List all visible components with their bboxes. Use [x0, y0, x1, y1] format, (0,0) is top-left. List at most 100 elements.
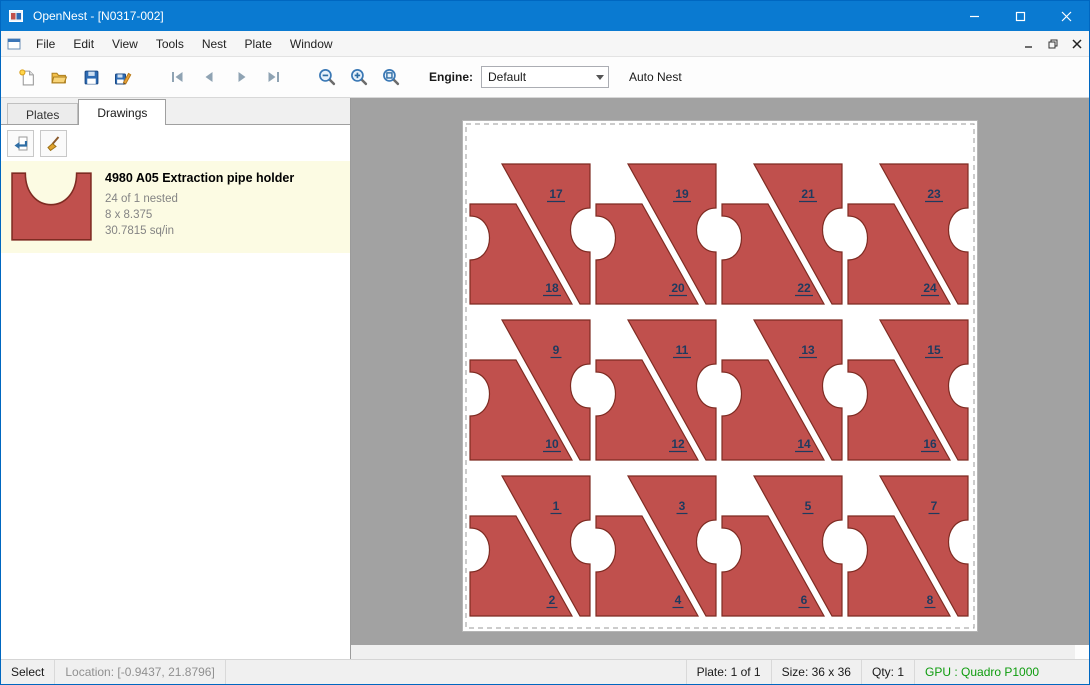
- prev-plate-icon: [201, 69, 218, 85]
- open-folder-icon: [50, 69, 68, 86]
- zoom-out-icon: [318, 68, 336, 86]
- drawing-title: 4980 A05 Extraction pipe holder: [105, 171, 294, 185]
- part-number: 8: [927, 593, 934, 607]
- part-number: 7: [931, 499, 938, 513]
- zoom-out-button[interactable]: [311, 61, 343, 93]
- status-mode: Select: [1, 660, 55, 684]
- save-icon: [83, 69, 100, 86]
- minimize-button[interactable]: [951, 1, 997, 31]
- mdi-close-icon: [1072, 39, 1082, 49]
- save-as-button[interactable]: [107, 61, 139, 93]
- window-title: OpenNest - [N0317-002]: [31, 9, 164, 23]
- engine-value: Default: [488, 70, 596, 84]
- menu-items: FileEditViewToolsNestPlateWindow: [27, 32, 342, 56]
- app-icon: [1, 8, 31, 24]
- back-arrow-icon: [12, 135, 29, 152]
- part-number: 15: [927, 343, 941, 357]
- drawing-area: 30.7815 sq/in: [105, 223, 294, 239]
- zoom-in-button[interactable]: [343, 61, 375, 93]
- menu-item-window[interactable]: Window: [281, 32, 342, 56]
- mdi-restore-icon: [1048, 39, 1058, 49]
- drawing-size: 8 x 8.375: [105, 207, 294, 223]
- status-size: Size: 36 x 36: [771, 660, 861, 684]
- part-number: 9: [553, 343, 560, 357]
- drawing-list-item[interactable]: 4980 A05 Extraction pipe holder 24 of 1 …: [1, 161, 350, 253]
- part-number: 22: [797, 281, 811, 295]
- part-number: 4: [675, 593, 682, 607]
- menu-item-nest[interactable]: Nest: [193, 32, 236, 56]
- nest-canvas[interactable]: 171819202122232491011121314151612345678: [351, 98, 1089, 645]
- menu-item-view[interactable]: View: [103, 32, 147, 56]
- close-button[interactable]: [1043, 1, 1089, 31]
- main-toolbar: Engine: Default Auto Nest: [1, 57, 1089, 98]
- part-number: 10: [545, 437, 559, 451]
- first-plate-button[interactable]: [161, 61, 193, 93]
- next-plate-button[interactable]: [225, 61, 257, 93]
- title-bar: OpenNest - [N0317-002]: [1, 1, 1089, 31]
- open-button[interactable]: [43, 61, 75, 93]
- last-plate-icon: [265, 69, 282, 85]
- engine-select[interactable]: Default: [481, 66, 609, 88]
- menu-item-plate[interactable]: Plate: [236, 32, 281, 56]
- auto-nest-button[interactable]: Auto Nest: [629, 70, 682, 84]
- status-location: Location: [-0.9437, 21.8796]: [55, 660, 225, 684]
- part-number: 13: [801, 343, 815, 357]
- drawing-list-empty-area: [1, 253, 350, 645]
- mdi-close-button[interactable]: [1065, 33, 1089, 55]
- part-number: 23: [927, 187, 941, 201]
- tab-plates[interactable]: Plates: [7, 103, 78, 125]
- last-plate-button[interactable]: [257, 61, 289, 93]
- side-panel: Plates Drawings: [1, 98, 351, 645]
- broom-icon: [45, 135, 62, 152]
- new-button[interactable]: [11, 61, 43, 93]
- minimize-icon: [969, 11, 980, 22]
- tab-strip: Plates Drawings: [1, 98, 350, 125]
- maximize-icon: [1015, 11, 1026, 22]
- engine-label: Engine:: [429, 70, 473, 84]
- next-plate-icon: [233, 69, 250, 85]
- menu-item-tools[interactable]: Tools: [147, 32, 193, 56]
- mdi-minimize-button[interactable]: [1017, 33, 1041, 55]
- menu-item-file[interactable]: File: [27, 32, 64, 56]
- status-plate: Plate: 1 of 1: [686, 660, 771, 684]
- zoom-fit-button[interactable]: [375, 61, 407, 93]
- maximize-button[interactable]: [997, 1, 1043, 31]
- close-icon: [1061, 11, 1072, 22]
- scrollbar-corner: [1075, 645, 1089, 659]
- part-number: 19: [675, 187, 689, 201]
- mdi-restore-button[interactable]: [1041, 33, 1065, 55]
- part-number: 21: [801, 187, 815, 201]
- chevron-down-icon: [596, 75, 604, 80]
- plate-canvas[interactable]: 171819202122232491011121314151612345678: [462, 120, 978, 632]
- back-arrow-button[interactable]: [7, 130, 34, 157]
- save-button[interactable]: [75, 61, 107, 93]
- clean-button[interactable]: [40, 130, 67, 157]
- part-number: 2: [549, 593, 556, 607]
- tab-drawings[interactable]: Drawings: [78, 99, 166, 125]
- part-number: 24: [923, 281, 937, 295]
- drawings-toolbar: [1, 125, 350, 161]
- menu-item-edit[interactable]: Edit: [64, 32, 103, 56]
- part-number: 18: [545, 281, 559, 295]
- new-file-icon: [19, 69, 36, 86]
- part-number: 1: [553, 499, 560, 513]
- part-number: 12: [671, 437, 685, 451]
- status-bar: Select Location: [-0.9437, 21.8796] Plat…: [1, 659, 1089, 684]
- first-plate-icon: [169, 69, 186, 85]
- app-window: OpenNest - [N0317-002] FileEditViewTools…: [0, 0, 1090, 685]
- drawing-nested-count: 24 of 1 nested: [105, 191, 294, 207]
- part-number: 5: [805, 499, 812, 513]
- mdi-minimize-icon: [1024, 39, 1034, 49]
- zoom-in-icon: [350, 68, 368, 86]
- mdi-child-icon[interactable]: [1, 36, 27, 52]
- drawing-thumbnail: [9, 169, 95, 245]
- zoom-fit-icon: [382, 68, 400, 86]
- prev-plate-button[interactable]: [193, 61, 225, 93]
- horizontal-scrollbar[interactable]: [351, 645, 1075, 659]
- part-number: 17: [549, 187, 563, 201]
- part-number: 14: [797, 437, 811, 451]
- part-number: 11: [676, 343, 689, 357]
- part-number: 16: [923, 437, 937, 451]
- status-gpu: GPU : Quadro P1000: [914, 660, 1089, 684]
- menu-bar: FileEditViewToolsNestPlateWindow: [1, 31, 1089, 57]
